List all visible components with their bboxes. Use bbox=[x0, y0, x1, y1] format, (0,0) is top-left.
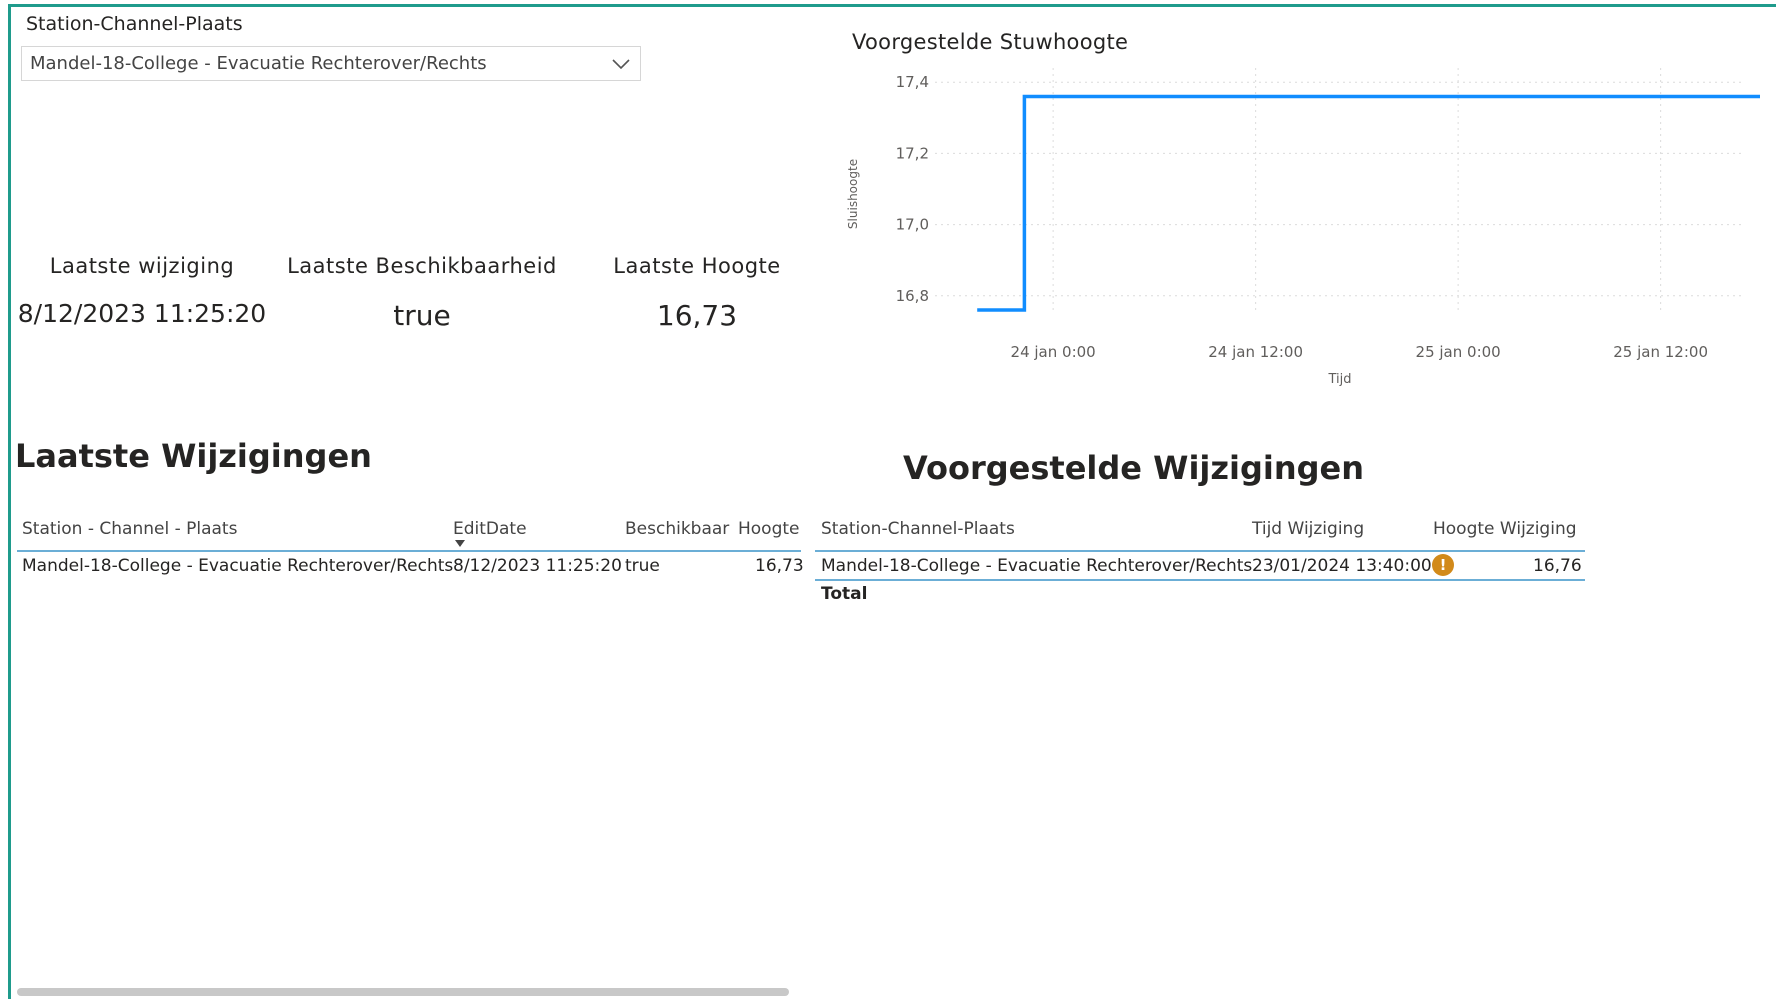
left-table-heading: Laatste Wijzigingen bbox=[15, 437, 372, 475]
station-slicer-dropdown[interactable]: Mandel-18-College - Evacuatie Rechterove… bbox=[21, 46, 641, 81]
y-tick-label: 17,4 bbox=[896, 73, 929, 91]
left-col-header-station[interactable]: Station - Channel - Plaats bbox=[22, 519, 237, 539]
right-row-hoogte[interactable]: 16,76 bbox=[1533, 556, 1582, 576]
left-row-beschikbaar[interactable]: true bbox=[625, 556, 660, 576]
x-tick-label: 24 jan 12:00 bbox=[1208, 343, 1303, 361]
x-tick-label: 24 jan 0:00 bbox=[1011, 343, 1096, 361]
right-row-station[interactable]: Mandel-18-College - Evacuatie Rechterove… bbox=[821, 556, 1252, 576]
y-tick-label: 17,2 bbox=[896, 144, 929, 162]
right-table-heading: Voorgestelde Wijzigingen bbox=[903, 449, 1365, 487]
slicer-selected-value: Mandel-18-College - Evacuatie Rechterove… bbox=[30, 53, 487, 74]
left-header-rule bbox=[17, 550, 801, 552]
y-axis-label: Sluishoogte bbox=[846, 159, 860, 229]
stuwhoogte-line-chart[interactable]: 17,4 17,2 17,0 16,8 24 jan 0:00 24 jan 12:00 2… bbox=[840, 60, 1760, 400]
left-row-hoogte[interactable]: 16,73 bbox=[755, 556, 804, 576]
horizontal-scrollbar[interactable] bbox=[17, 988, 789, 996]
right-row-tijd[interactable]: 23/01/2024 13:40:00 bbox=[1252, 556, 1432, 576]
chart-title: Voorgestelde Stuwhoogte bbox=[852, 30, 1129, 54]
right-total-label: Total bbox=[821, 584, 868, 604]
card-label-availability: Laatste Beschikbaarheid bbox=[287, 254, 557, 278]
y-tick-label: 17,0 bbox=[896, 216, 929, 234]
left-col-header-hoogte[interactable]: Hoogte bbox=[738, 519, 800, 539]
left-row-station[interactable]: Mandel-18-College - Evacuatie Rechterove… bbox=[22, 556, 453, 576]
right-row-rule bbox=[815, 579, 1585, 581]
x-tick-label: 25 jan 12:00 bbox=[1613, 343, 1708, 361]
right-header-rule bbox=[815, 550, 1585, 552]
right-col-header-hoogte[interactable]: Hoogte Wijziging bbox=[1433, 519, 1577, 539]
chevron-down-icon[interactable] bbox=[610, 53, 632, 75]
warning-icon: ! bbox=[1432, 554, 1454, 576]
x-tick-label: 25 jan 0:00 bbox=[1416, 343, 1501, 361]
series-line[interactable] bbox=[977, 94, 1760, 312]
right-col-header-station[interactable]: Station-Channel-Plaats bbox=[821, 519, 1015, 539]
card-value-height: 16,73 bbox=[656, 299, 738, 332]
x-axis-label: Tijd bbox=[1327, 372, 1351, 387]
left-row-editdate[interactable]: 8/12/2023 11:25:20 bbox=[453, 556, 622, 576]
card-label-last-change: Laatste wijziging bbox=[49, 254, 235, 278]
left-col-header-beschikbaar[interactable]: Beschikbaar bbox=[625, 519, 729, 539]
sort-descending-icon bbox=[455, 540, 465, 547]
card-value-last-change: 8/12/2023 11:25:20 bbox=[17, 299, 267, 328]
y-tick-label: 16,8 bbox=[896, 287, 929, 305]
card-label-height: Laatste Hoogte bbox=[613, 254, 781, 278]
slicer-title: Station-Channel-Plaats bbox=[26, 13, 243, 35]
card-value-availability: true bbox=[393, 299, 451, 332]
right-col-header-tijd[interactable]: Tijd Wijziging bbox=[1252, 519, 1364, 539]
left-col-header-editdate[interactable]: EditDate bbox=[453, 519, 527, 539]
